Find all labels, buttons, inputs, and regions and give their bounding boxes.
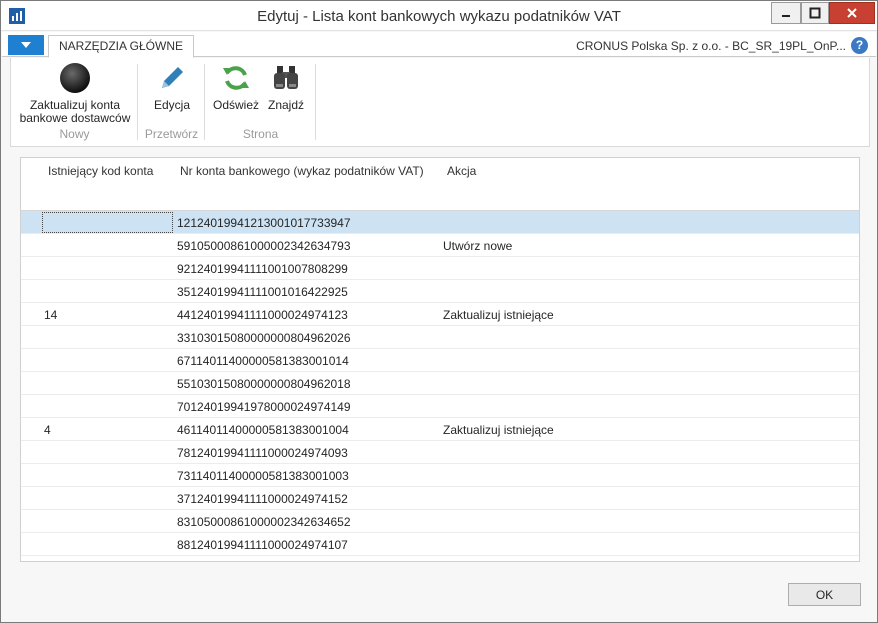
table-row[interactable]: 70124019941978000024974149: [21, 395, 859, 418]
sphere-icon: [60, 63, 90, 93]
app-window: Edytuj - Lista kont bankowych wykazu pod…: [0, 0, 878, 623]
ribbon-group-new: Zaktualizuj konta bankowe dostawców Nowy: [11, 58, 138, 147]
refresh-icon: [223, 66, 249, 90]
bank-account-cell: 12124019941213001017733947: [177, 216, 351, 230]
bank-accounts-list[interactable]: Istniejący kod konta Nr konta bankowego …: [20, 157, 860, 562]
table-row[interactable]: 4 46114011400000581383001004 Zaktualizuj i…: [21, 418, 859, 441]
maximize-button[interactable]: [801, 2, 829, 24]
bank-account-cell: 59105000861000002342634793: [177, 239, 351, 253]
action-cell: Utwórz nowe: [443, 239, 513, 253]
ribbon-tab-row: NARZĘDZIA GŁÓWNE CRONUS Polska Sp. z o.o…: [2, 32, 876, 58]
update-vendor-accounts-button[interactable]: Zaktualizuj konta bankowe dostawców: [15, 62, 135, 125]
refresh-button[interactable]: Odśwież: [211, 62, 261, 112]
table-row[interactable]: 83105000861000002342634652: [21, 510, 859, 533]
bank-account-cell: 33103015080000000804962026: [177, 331, 351, 345]
table-row[interactable]: 12124019941213001017733947: [21, 211, 859, 234]
close-button[interactable]: [829, 2, 875, 24]
pencil-icon: [162, 67, 183, 88]
table-row[interactable]: 88124019941111000024974107: [21, 533, 859, 556]
table-row[interactable]: 78124019941111000024974093: [21, 441, 859, 464]
table-row[interactable]: 92124019941111001007808299: [21, 257, 859, 280]
chevron-down-icon: [21, 42, 31, 48]
table-row[interactable]: 33103015080000000804962026: [21, 326, 859, 349]
group-label-new: Nowy: [59, 127, 90, 141]
find-button[interactable]: Znajdź: [261, 62, 311, 112]
group-label-page: Strona: [242, 127, 279, 141]
cell-focus-indicator: [42, 212, 173, 233]
table-row[interactable]: 67114011400000581383001014: [21, 349, 859, 372]
table-row[interactable]: 35124019941111001016422925: [21, 280, 859, 303]
column-header-existing-code[interactable]: Istniejący kod konta: [48, 164, 153, 178]
existing-code-cell: 14: [44, 308, 58, 322]
window-title: Edytuj - Lista kont bankowych wykazu pod…: [257, 8, 621, 25]
refresh-label: Odśwież: [212, 98, 259, 112]
table-row[interactable]: 14 44124019941111000024974123 Zaktualizuj …: [21, 303, 859, 326]
table-row[interactable]: 73114011400000581383001003: [21, 464, 859, 487]
list-rows: 12124019941213001017733947 59105000861000…: [21, 211, 859, 556]
bank-account-cell: 37124019941111000024974152: [177, 492, 348, 506]
help-icon[interactable]: ?: [851, 37, 868, 54]
edit-button[interactable]: Edycja: [145, 62, 199, 112]
title-bar: Edytuj - Lista kont bankowych wykazu pod…: [1, 1, 877, 31]
list-header: Istniejący kod konta Nr konta bankowego …: [21, 158, 859, 211]
action-cell: Zaktualizuj istniejące: [443, 423, 554, 437]
bank-account-cell: 70124019941978000024974149: [177, 400, 351, 414]
bank-account-cell: 88124019941111000024974107: [177, 538, 348, 552]
bank-account-cell: 78124019941111000024974093: [177, 446, 348, 460]
edit-label: Edycja: [153, 98, 191, 112]
ribbon: Zaktualizuj konta bankowe dostawców Nowy…: [10, 58, 870, 147]
bank-account-cell: 55103015080000000804962018: [177, 377, 351, 391]
table-row[interactable]: 59105000861000002342634793 Utwórz nowe: [21, 234, 859, 257]
table-row[interactable]: 55103015080000000804962018: [21, 372, 859, 395]
app-menu-button[interactable]: [8, 35, 44, 55]
bank-account-cell: 92124019941111001007808299: [177, 262, 348, 276]
maximize-icon: [809, 7, 821, 19]
binoculars-icon: [274, 66, 298, 89]
table-row[interactable]: 37124019941111000024974152: [21, 487, 859, 510]
close-icon: [847, 8, 857, 18]
existing-code-cell: 4: [44, 423, 51, 437]
action-cell: Zaktualizuj istniejące: [443, 308, 554, 322]
bank-account-cell: 83105000861000002342634652: [177, 515, 351, 529]
find-label: Znajdź: [267, 98, 305, 112]
bank-account-cell: 46114011400000581383001004: [177, 423, 349, 437]
bank-account-cell: 44124019941111000024974123: [177, 308, 348, 322]
minimize-button[interactable]: [771, 2, 801, 24]
update-vendor-accounts-label: Zaktualizuj konta bankowe dostawców: [19, 98, 131, 125]
bank-account-cell: 35124019941111001016422925: [177, 285, 348, 299]
ribbon-group-process: Edycja Przetwórz: [138, 58, 205, 147]
bank-account-cell: 67114011400000581383001014: [177, 354, 349, 368]
minimize-icon: [782, 15, 790, 17]
company-name: CRONUS Polska Sp. z o.o. - BC_SR_19PL_On…: [576, 39, 846, 53]
ok-button[interactable]: OK: [788, 583, 861, 606]
ribbon-group-page: Odśwież Znajdź Strona: [205, 58, 316, 147]
bank-account-cell: 73114011400000581383001003: [177, 469, 349, 483]
group-label-process: Przetwórz: [144, 127, 199, 141]
tab-home[interactable]: NARZĘDZIA GŁÓWNE: [48, 35, 195, 58]
group-separator: [315, 64, 316, 140]
column-header-action[interactable]: Akcja: [447, 164, 476, 178]
column-header-bank-account[interactable]: Nr konta bankowego (wykaz podatników VAT…: [180, 164, 424, 178]
